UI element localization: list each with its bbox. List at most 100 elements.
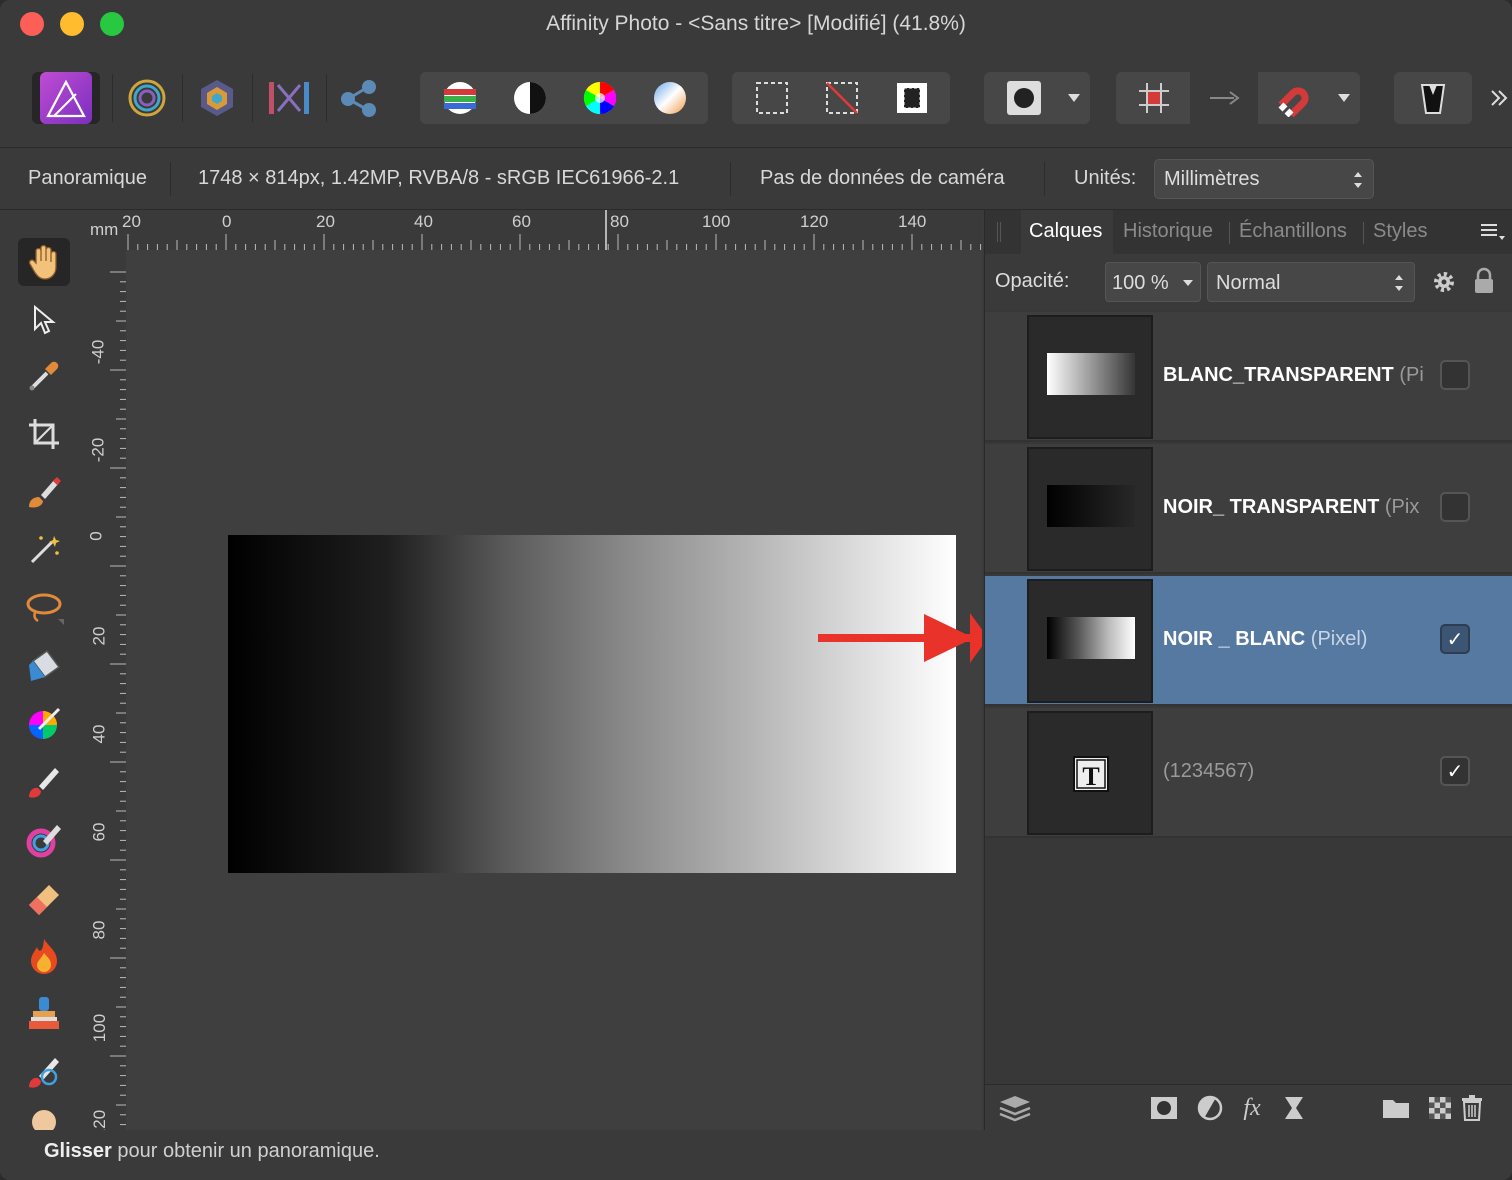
chevron-down-icon[interactable]	[1058, 72, 1090, 124]
layers-panel: Calques Historique Échantillons Styles O…	[984, 210, 1512, 1130]
deselect-icon[interactable]	[810, 72, 874, 124]
status-text: Glisser pour obtenir un panoramique.	[44, 1140, 380, 1163]
layer-name: BLANC_TRANSPARENT (Pi	[1163, 364, 1424, 386]
v-ruler-label: 40	[89, 724, 109, 744]
trash-icon[interactable]	[1457, 1093, 1487, 1123]
layer-row[interactable]: T (1234567) ✓	[985, 708, 1512, 838]
live-filter-icon[interactable]	[1279, 1093, 1309, 1123]
v-ruler-label: -40	[88, 339, 108, 365]
drag-handle-icon[interactable]	[997, 222, 1001, 242]
assistant-icon[interactable]	[1400, 72, 1466, 124]
snapping-dropdown-icon[interactable]	[1328, 72, 1360, 124]
window-title: Affinity Photo - <Sans titre> [Modifié] …	[546, 12, 966, 35]
camera-info: Pas de données de caméra	[760, 167, 1005, 189]
color-wheel-icon[interactable]	[568, 72, 632, 124]
affinity-persona-icon[interactable]	[32, 72, 100, 124]
eraser-icon[interactable]	[18, 874, 70, 922]
v-ruler-label: 120	[90, 1109, 110, 1130]
layer-visibility-checkbox[interactable]	[1440, 360, 1470, 390]
vertical-ruler: -40 -20 0 20 40 60 80 100 120	[86, 250, 126, 1130]
crop-icon[interactable]	[18, 410, 70, 458]
status-bar: Glisser pour obtenir un panoramique.	[0, 1130, 1512, 1180]
contrast-icon[interactable]	[498, 72, 562, 124]
toolbar-overflow-icon[interactable]	[1486, 72, 1512, 124]
h-ruler-label: 0	[222, 212, 232, 231]
layer-thumbnail: T	[1027, 711, 1153, 835]
tab-history[interactable]: Historique	[1123, 220, 1213, 243]
paint-brush-icon[interactable]	[18, 758, 70, 806]
burn-icon[interactable]	[18, 932, 70, 980]
canvas-area[interactable]: mm 20 0 20 40 60 80 100 120 140 -40 -20 …	[86, 210, 982, 1130]
text-layer-icon: T	[1073, 756, 1109, 792]
lock-icon[interactable]	[1473, 267, 1495, 295]
title-bar: Affinity Photo - <Sans titre> [Modifié] …	[0, 0, 1512, 50]
export-persona-icon[interactable]	[332, 72, 386, 124]
mask-icon[interactable]	[992, 72, 1056, 124]
develop-persona-icon[interactable]	[120, 72, 174, 124]
fx-icon[interactable]: fx	[1237, 1093, 1267, 1123]
retouch-icon[interactable]	[18, 1104, 70, 1130]
tab-styles[interactable]: Styles	[1373, 220, 1427, 243]
move-icon[interactable]	[18, 296, 70, 344]
tab-layers[interactable]: Calques	[1029, 220, 1102, 243]
gear-icon[interactable]	[1431, 269, 1457, 295]
hand-icon[interactable]	[18, 238, 70, 286]
fill-icon[interactable]	[18, 642, 70, 690]
tab-swatches[interactable]: Échantillons	[1239, 220, 1347, 243]
opacity-value: 100 %	[1112, 272, 1169, 294]
layer-row-selected[interactable]: NOIR _ BLANC (Pixel) ✓	[985, 576, 1512, 706]
opacity-row: Opacité: 100 % Normal	[985, 254, 1512, 310]
move-arrow-icon[interactable]	[1190, 72, 1258, 124]
layer-visibility-checkbox[interactable]: ✓	[1440, 624, 1470, 654]
invert-selection-icon[interactable]	[880, 72, 944, 124]
tools-panel	[0, 210, 86, 1130]
status-message: pour obtenir un panoramique.	[111, 1140, 380, 1162]
v-ruler-label: 80	[89, 920, 109, 940]
clone-icon[interactable]	[18, 990, 70, 1038]
magic-wand-icon[interactable]	[18, 526, 70, 574]
layer-row[interactable]: BLANC_TRANSPARENT (Pi	[985, 312, 1512, 442]
levels-icon[interactable]	[428, 72, 492, 124]
stepper-icon	[1395, 275, 1403, 291]
layer-visibility-checkbox[interactable]	[1440, 492, 1470, 522]
v-ruler-label: 0	[86, 531, 106, 541]
new-pixel-layer-icon[interactable]	[1425, 1093, 1455, 1123]
stepper-icon	[1354, 172, 1362, 188]
selection-brush-icon[interactable]	[18, 468, 70, 516]
opacity-field[interactable]: 100 %	[1105, 262, 1201, 302]
layers-footer: fx	[985, 1084, 1512, 1130]
lasso-icon[interactable]	[18, 584, 70, 632]
blend-mode-select[interactable]: Normal	[1207, 262, 1415, 302]
add-mask-icon[interactable]	[1149, 1093, 1179, 1123]
white-balance-icon[interactable]	[638, 72, 702, 124]
eyedropper-icon[interactable]	[18, 352, 70, 400]
color-replace-icon[interactable]	[18, 816, 70, 864]
document-info: 1748 × 814px, 1.42MP, RVBA/8 - sRGB IEC6…	[198, 167, 680, 189]
units-select[interactable]: Millimètres	[1154, 159, 1374, 199]
gradient-image[interactable]	[228, 535, 956, 873]
color-picker-icon[interactable]	[18, 700, 70, 748]
panel-menu-icon[interactable]	[1479, 222, 1505, 242]
grid-snap-icon[interactable]	[1120, 72, 1188, 124]
layer-name: (1234567)	[1163, 760, 1255, 782]
layer-name: NOIR _ BLANC (Pixel)	[1163, 628, 1368, 650]
magnet-icon[interactable]	[1260, 72, 1328, 124]
layer-visibility-checkbox[interactable]: ✓	[1440, 756, 1470, 786]
tone-map-persona-icon[interactable]	[260, 72, 318, 124]
layer-row[interactable]: NOIR_ TRANSPARENT (Pix	[985, 444, 1512, 574]
v-ruler-label: 100	[90, 1013, 110, 1043]
layer-thumbnail	[1027, 447, 1153, 571]
v-ruler-label: -20	[88, 437, 108, 463]
h-ruler-label: 80	[610, 212, 629, 231]
v-ruler-label: 20	[89, 626, 109, 646]
layers-stack-icon[interactable]	[997, 1093, 1033, 1123]
layer-thumbnail	[1027, 579, 1153, 703]
liquify-persona-icon[interactable]	[190, 72, 244, 124]
adjustment-icon[interactable]	[1195, 1093, 1225, 1123]
folder-icon[interactable]	[1379, 1093, 1413, 1123]
h-ruler-label: 100	[702, 212, 731, 231]
marquee-select-icon[interactable]	[740, 72, 804, 124]
horizontal-ruler: mm 20 0 20 40 60 80 100 120 140	[86, 210, 982, 250]
v-ruler-label: 60	[89, 822, 109, 842]
healing-icon[interactable]	[18, 1048, 70, 1096]
